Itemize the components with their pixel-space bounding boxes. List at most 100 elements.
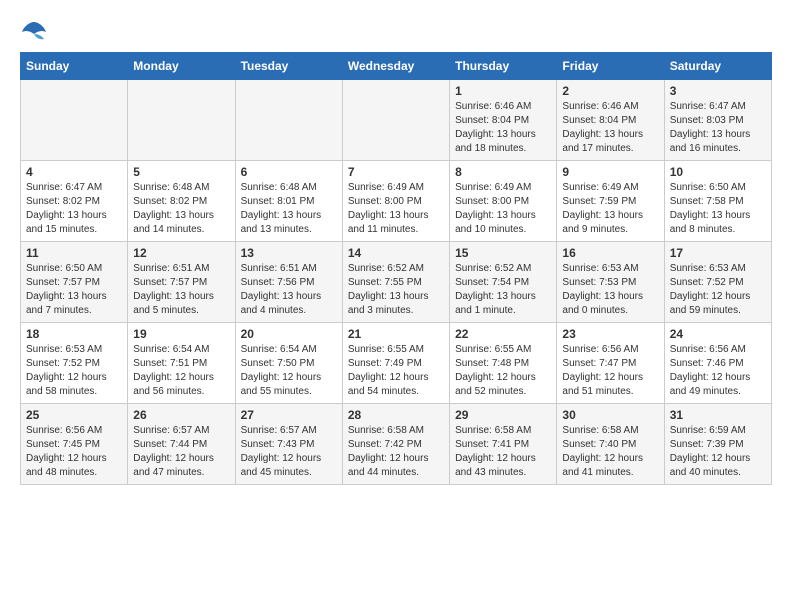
logo-bird-icon: [20, 20, 48, 42]
day-info: Sunrise: 6:57 AMSunset: 7:44 PMDaylight:…: [133, 424, 229, 480]
weekday-header: Monday: [128, 53, 235, 80]
calendar-day-cell: 9 Sunrise: 6:49 AMSunset: 7:59 PMDaylight…: [557, 161, 664, 242]
day-number: 23: [562, 327, 658, 341]
day-info: Sunrise: 6:49 AMSunset: 7:59 PMDaylight:…: [562, 181, 658, 237]
calendar-day-cell: 8Sunrise: 6:49 AMSunset: 8:00 PMDaylight…: [450, 161, 557, 242]
calendar-week-row: 18Sunrise: 6:53 AMSunset: 7:52 PMDayligh…: [21, 323, 772, 404]
calendar-day-cell: 10 Sunrise: 6:50 AMSunset: 7:58 PMDayligh…: [664, 161, 771, 242]
day-number: 12: [133, 246, 229, 260]
day-info: Sunrise: 6:56 AMSunset: 7:46 PMDaylight:…: [670, 343, 766, 399]
weekday-header: Tuesday: [235, 53, 342, 80]
day-number: 21: [348, 327, 444, 341]
calendar-day-cell: [342, 80, 449, 161]
day-info: Sunrise: 6:53 AMSunset: 7:53 PMDaylight:…: [562, 262, 658, 318]
day-number: 1: [455, 84, 551, 98]
day-number: 9: [562, 165, 658, 179]
day-number: 11: [26, 246, 122, 260]
calendar-day-cell: 24 Sunrise: 6:56 AMSunset: 7:46 PMDayligh…: [664, 323, 771, 404]
day-info: Sunrise: 6:52 AMSunset: 7:55 PMDaylight:…: [348, 262, 444, 318]
header: [20, 20, 772, 42]
day-info: Sunrise: 6:52 AMSunset: 7:54 PMDaylight:…: [455, 262, 551, 318]
day-number: 26: [133, 408, 229, 422]
day-info: Sunrise: 6:50 AMSunset: 7:57 PMDaylight:…: [26, 262, 122, 318]
day-number: 5: [133, 165, 229, 179]
day-number: 31: [670, 408, 766, 422]
day-info: Sunrise: 6:54 AMSunset: 7:50 PMDaylight:…: [241, 343, 337, 399]
calendar-week-row: 25 Sunrise: 6:56 AMSunset: 7:45 PMDayligh…: [21, 404, 772, 485]
weekday-header: Friday: [557, 53, 664, 80]
day-number: 28: [348, 408, 444, 422]
day-number: 10: [670, 165, 766, 179]
day-number: 19: [133, 327, 229, 341]
calendar-day-cell: 21 Sunrise: 6:55 AMSunset: 7:49 PMDayligh…: [342, 323, 449, 404]
day-number: 25: [26, 408, 122, 422]
day-number: 8: [455, 165, 551, 179]
day-info: Sunrise: 6:48 AMSunset: 8:01 PMDaylight:…: [241, 181, 337, 237]
calendar-week-row: 1 Sunrise: 6:46 AMSunset: 8:04 PMDaylight…: [21, 80, 772, 161]
day-info: Sunrise: 6:46 AMSunset: 8:04 PMDaylight:…: [455, 100, 551, 156]
calendar-day-cell: [21, 80, 128, 161]
calendar-day-cell: 11 Sunrise: 6:50 AMSunset: 7:57 PMDayligh…: [21, 242, 128, 323]
calendar-day-cell: 26 Sunrise: 6:57 AMSunset: 7:44 PMDayligh…: [128, 404, 235, 485]
calendar-day-cell: 12 Sunrise: 6:51 AMSunset: 7:57 PMDayligh…: [128, 242, 235, 323]
day-info: Sunrise: 6:56 AMSunset: 7:47 PMDaylight:…: [562, 343, 658, 399]
calendar-day-cell: 14 Sunrise: 6:52 AMSunset: 7:55 PMDayligh…: [342, 242, 449, 323]
calendar-day-cell: 1 Sunrise: 6:46 AMSunset: 8:04 PMDaylight…: [450, 80, 557, 161]
calendar-day-cell: [128, 80, 235, 161]
day-number: 20: [241, 327, 337, 341]
weekday-header: Wednesday: [342, 53, 449, 80]
day-number: 17: [670, 246, 766, 260]
day-number: 29: [455, 408, 551, 422]
calendar-day-cell: 6 Sunrise: 6:48 AMSunset: 8:01 PMDaylight…: [235, 161, 342, 242]
day-info: Sunrise: 6:48 AMSunset: 8:02 PMDaylight:…: [133, 181, 229, 237]
day-number: 2: [562, 84, 658, 98]
calendar-day-cell: 16Sunrise: 6:53 AMSunset: 7:53 PMDayligh…: [557, 242, 664, 323]
day-number: 3: [670, 84, 766, 98]
day-info: Sunrise: 6:49 AMSunset: 8:00 PMDaylight:…: [348, 181, 444, 237]
day-info: Sunrise: 6:46 AMSunset: 8:04 PMDaylight:…: [562, 100, 658, 156]
day-info: Sunrise: 6:58 AMSunset: 7:41 PMDaylight:…: [455, 424, 551, 480]
weekday-header: Thursday: [450, 53, 557, 80]
calendar-day-cell: 3 Sunrise: 6:47 AMSunset: 8:03 PMDaylight…: [664, 80, 771, 161]
calendar-day-cell: 13 Sunrise: 6:51 AMSunset: 7:56 PMDayligh…: [235, 242, 342, 323]
day-info: Sunrise: 6:53 AMSunset: 7:52 PMDaylight:…: [26, 343, 122, 399]
calendar-week-row: 4Sunrise: 6:47 AMSunset: 8:02 PMDaylight…: [21, 161, 772, 242]
day-info: Sunrise: 6:50 AMSunset: 7:58 PMDaylight:…: [670, 181, 766, 237]
day-info: Sunrise: 6:57 AMSunset: 7:43 PMDaylight:…: [241, 424, 337, 480]
day-info: Sunrise: 6:55 AMSunset: 7:49 PMDaylight:…: [348, 343, 444, 399]
calendar-day-cell: 30 Sunrise: 6:58 AMSunset: 7:40 PMDayligh…: [557, 404, 664, 485]
weekday-header-row: SundayMondayTuesdayWednesdayThursdayFrid…: [21, 53, 772, 80]
day-info: Sunrise: 6:47 AMSunset: 8:02 PMDaylight:…: [26, 181, 122, 237]
calendar-day-cell: 4Sunrise: 6:47 AMSunset: 8:02 PMDaylight…: [21, 161, 128, 242]
weekday-header: Sunday: [21, 53, 128, 80]
calendar-day-cell: 17 Sunrise: 6:53 AMSunset: 7:52 PMDayligh…: [664, 242, 771, 323]
day-number: 30: [562, 408, 658, 422]
calendar-table: SundayMondayTuesdayWednesdayThursdayFrid…: [20, 52, 772, 485]
day-info: Sunrise: 6:58 AMSunset: 7:42 PMDaylight:…: [348, 424, 444, 480]
day-number: 7: [348, 165, 444, 179]
day-number: 6: [241, 165, 337, 179]
day-info: Sunrise: 6:53 AMSunset: 7:52 PMDaylight:…: [670, 262, 766, 318]
calendar-day-cell: 19Sunrise: 6:54 AMSunset: 7:51 PMDayligh…: [128, 323, 235, 404]
calendar-day-cell: [235, 80, 342, 161]
day-number: 13: [241, 246, 337, 260]
day-number: 24: [670, 327, 766, 341]
calendar-week-row: 11 Sunrise: 6:50 AMSunset: 7:57 PMDayligh…: [21, 242, 772, 323]
day-number: 15: [455, 246, 551, 260]
day-info: Sunrise: 6:51 AMSunset: 7:57 PMDaylight:…: [133, 262, 229, 318]
day-info: Sunrise: 6:47 AMSunset: 8:03 PMDaylight:…: [670, 100, 766, 156]
calendar-day-cell: 7 Sunrise: 6:49 AMSunset: 8:00 PMDaylight…: [342, 161, 449, 242]
weekday-header: Saturday: [664, 53, 771, 80]
day-info: Sunrise: 6:56 AMSunset: 7:45 PMDaylight:…: [26, 424, 122, 480]
day-info: Sunrise: 6:51 AMSunset: 7:56 PMDaylight:…: [241, 262, 337, 318]
calendar-day-cell: 27Sunrise: 6:57 AMSunset: 7:43 PMDayligh…: [235, 404, 342, 485]
day-number: 14: [348, 246, 444, 260]
calendar-day-cell: 15 Sunrise: 6:52 AMSunset: 7:54 PMDayligh…: [450, 242, 557, 323]
calendar-day-cell: 31 Sunrise: 6:59 AMSunset: 7:39 PMDayligh…: [664, 404, 771, 485]
calendar-day-cell: 29 Sunrise: 6:58 AMSunset: 7:41 PMDayligh…: [450, 404, 557, 485]
day-info: Sunrise: 6:59 AMSunset: 7:39 PMDaylight:…: [670, 424, 766, 480]
calendar-day-cell: 20 Sunrise: 6:54 AMSunset: 7:50 PMDayligh…: [235, 323, 342, 404]
day-info: Sunrise: 6:58 AMSunset: 7:40 PMDaylight:…: [562, 424, 658, 480]
calendar-day-cell: 18Sunrise: 6:53 AMSunset: 7:52 PMDayligh…: [21, 323, 128, 404]
calendar-day-cell: 28 Sunrise: 6:58 AMSunset: 7:42 PMDayligh…: [342, 404, 449, 485]
